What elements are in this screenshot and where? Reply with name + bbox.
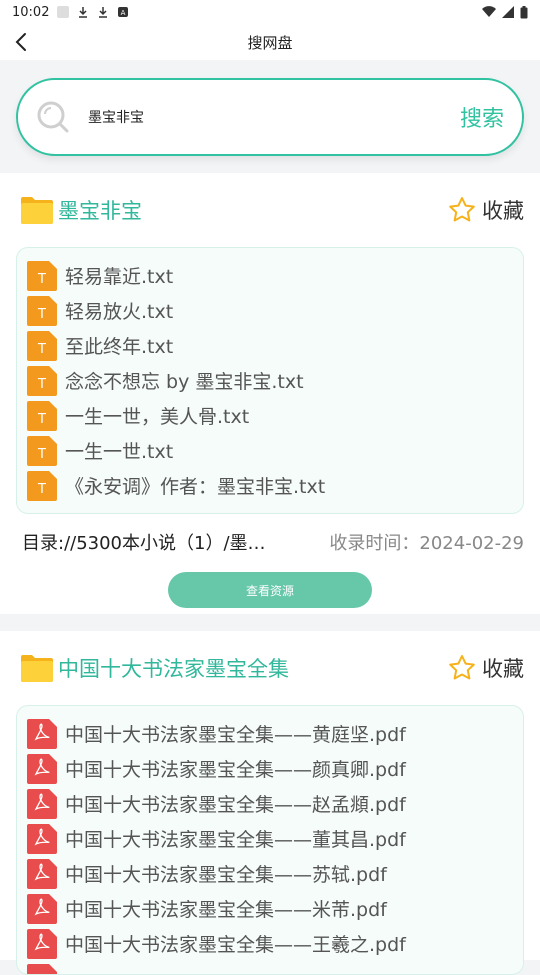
result-title[interactable]: 墨宝非宝 bbox=[58, 195, 448, 225]
result-card: 中国十大书法家墨宝全集 收藏 中国十大书法家墨宝全集——黄庭坚.pdf 中国十大… bbox=[0, 631, 540, 960]
signal-icon bbox=[502, 6, 514, 18]
txt-file-icon: T bbox=[27, 331, 57, 361]
result-card: 墨宝非宝 收藏 T 轻易靠近.txt T 轻易放火.txt T 至此终年.txt… bbox=[0, 173, 540, 614]
list-item[interactable]: T 轻易放火.txt bbox=[27, 293, 513, 328]
file-list: 中国十大书法家墨宝全集——黄庭坚.pdf 中国十大书法家墨宝全集——颜真卿.pd… bbox=[16, 705, 524, 975]
status-time: 10:02 bbox=[12, 5, 49, 20]
status-bar: 10:02 A bbox=[0, 0, 540, 24]
folder-icon bbox=[20, 653, 54, 683]
svg-text:T: T bbox=[37, 482, 46, 497]
list-item[interactable]: 中国十大书法家墨宝全集——董其昌.pdf bbox=[27, 821, 513, 856]
list-item[interactable]: T 至此终年.txt bbox=[27, 328, 513, 363]
list-item[interactable]: 中国十大书法家墨宝全集——米芾.pdf bbox=[27, 891, 513, 926]
list-item[interactable]: 中国十大书法家墨宝全集——苏轼.pdf bbox=[27, 856, 513, 891]
favorite-button[interactable]: 收藏 bbox=[448, 653, 524, 683]
file-name: 轻易靠近.txt bbox=[65, 262, 173, 289]
txt-file-icon: T bbox=[27, 296, 57, 326]
list-item[interactable]: 中国十大书法家墨宝全集——赵孟頫.pdf bbox=[27, 786, 513, 821]
file-name: 至此终年.txt bbox=[65, 332, 173, 359]
nav-bar: 搜网盘 bbox=[0, 24, 540, 60]
wifi-icon bbox=[482, 6, 496, 18]
svg-text:T: T bbox=[37, 447, 46, 462]
battery-icon bbox=[520, 6, 528, 19]
result-title[interactable]: 中国十大书法家墨宝全集 bbox=[58, 653, 448, 683]
svg-text:T: T bbox=[37, 412, 46, 427]
file-list: T 轻易靠近.txt T 轻易放火.txt T 至此终年.txt T 念念不想忘… bbox=[16, 247, 524, 514]
pdf-file-icon bbox=[27, 929, 57, 959]
pdf-file-icon bbox=[27, 894, 57, 924]
search-bar[interactable]: 墨宝非宝 搜索 bbox=[16, 78, 524, 156]
pdf-file-icon bbox=[27, 719, 57, 749]
notification-blank-icon bbox=[57, 6, 69, 18]
favorite-button[interactable]: 收藏 bbox=[448, 195, 524, 225]
file-name: 一生一世.txt bbox=[65, 437, 173, 464]
list-item[interactable]: T 《永安调》作者：墨宝非宝.txt bbox=[27, 468, 513, 503]
directory-path: 目录://5300本小说（1）/墨… bbox=[16, 529, 296, 555]
star-icon bbox=[448, 196, 476, 224]
file-name: 中国十大书法家墨宝全集——董其昌.pdf bbox=[65, 825, 406, 852]
card-footer: 目录://5300本小说（1）/墨… 收录时间：2024-02-29 bbox=[16, 514, 524, 570]
svg-text:T: T bbox=[37, 342, 46, 357]
list-item-partial[interactable] bbox=[27, 961, 513, 975]
file-name: 中国十大书法家墨宝全集——苏轼.pdf bbox=[65, 860, 387, 887]
pdf-file-icon bbox=[27, 824, 57, 854]
list-item[interactable]: T 一生一世.txt bbox=[27, 433, 513, 468]
svg-text:T: T bbox=[37, 272, 46, 287]
indexed-time: 收录时间：2024-02-29 bbox=[329, 529, 524, 555]
file-name: 念念不想忘 by 墨宝非宝.txt bbox=[65, 367, 304, 394]
txt-file-icon: T bbox=[27, 436, 57, 466]
file-name: 中国十大书法家墨宝全集——米芾.pdf bbox=[65, 895, 387, 922]
search-input[interactable]: 墨宝非宝 bbox=[88, 107, 450, 127]
star-icon bbox=[448, 654, 476, 682]
txt-file-icon: T bbox=[27, 261, 57, 291]
svg-text:T: T bbox=[37, 307, 46, 322]
list-item[interactable]: T 念念不想忘 by 墨宝非宝.txt bbox=[27, 363, 513, 398]
favorite-label: 收藏 bbox=[482, 195, 524, 225]
svg-text:T: T bbox=[37, 377, 46, 392]
file-name: 中国十大书法家墨宝全集——颜真卿.pdf bbox=[65, 755, 406, 782]
file-name: 中国十大书法家墨宝全集——王羲之.pdf bbox=[65, 930, 406, 957]
folder-icon bbox=[20, 195, 54, 225]
card-header: 墨宝非宝 收藏 bbox=[16, 173, 524, 247]
search-icon bbox=[36, 100, 70, 134]
file-name: 一生一世，美人骨.txt bbox=[65, 402, 249, 429]
back-arrow-icon[interactable] bbox=[10, 30, 34, 54]
file-name: 《永安调》作者：墨宝非宝.txt bbox=[65, 472, 325, 499]
app-notification-icon: A bbox=[117, 6, 129, 18]
list-item[interactable]: 中国十大书法家墨宝全集——王羲之.pdf bbox=[27, 926, 513, 961]
pdf-file-icon bbox=[27, 859, 57, 889]
list-item[interactable]: 中国十大书法家墨宝全集——黄庭坚.pdf bbox=[27, 716, 513, 751]
svg-text:A: A bbox=[121, 9, 126, 17]
download-icon bbox=[77, 6, 89, 18]
list-item[interactable]: 中国十大书法家墨宝全集——颜真卿.pdf bbox=[27, 751, 513, 786]
pdf-file-icon bbox=[27, 789, 57, 819]
list-item[interactable]: T 一生一世，美人骨.txt bbox=[27, 398, 513, 433]
file-name: 中国十大书法家墨宝全集——黄庭坚.pdf bbox=[65, 720, 406, 747]
txt-file-icon: T bbox=[27, 401, 57, 431]
list-item[interactable]: T 轻易靠近.txt bbox=[27, 258, 513, 293]
file-name: 中国十大书法家墨宝全集——赵孟頫.pdf bbox=[65, 790, 406, 817]
search-button[interactable]: 搜索 bbox=[460, 101, 504, 133]
view-resource-button[interactable]: 查看资源 bbox=[168, 572, 372, 608]
pdf-file-icon bbox=[27, 754, 57, 784]
card-header: 中国十大书法家墨宝全集 收藏 bbox=[16, 631, 524, 705]
txt-file-icon: T bbox=[27, 471, 57, 501]
favorite-label: 收藏 bbox=[482, 653, 524, 683]
download-icon-2 bbox=[97, 6, 109, 18]
pdf-file-icon bbox=[27, 964, 57, 975]
txt-file-icon: T bbox=[27, 366, 57, 396]
search-section: 墨宝非宝 搜索 bbox=[0, 60, 540, 172]
file-name: 轻易放火.txt bbox=[65, 297, 173, 324]
page-title: 搜网盘 bbox=[247, 32, 292, 53]
